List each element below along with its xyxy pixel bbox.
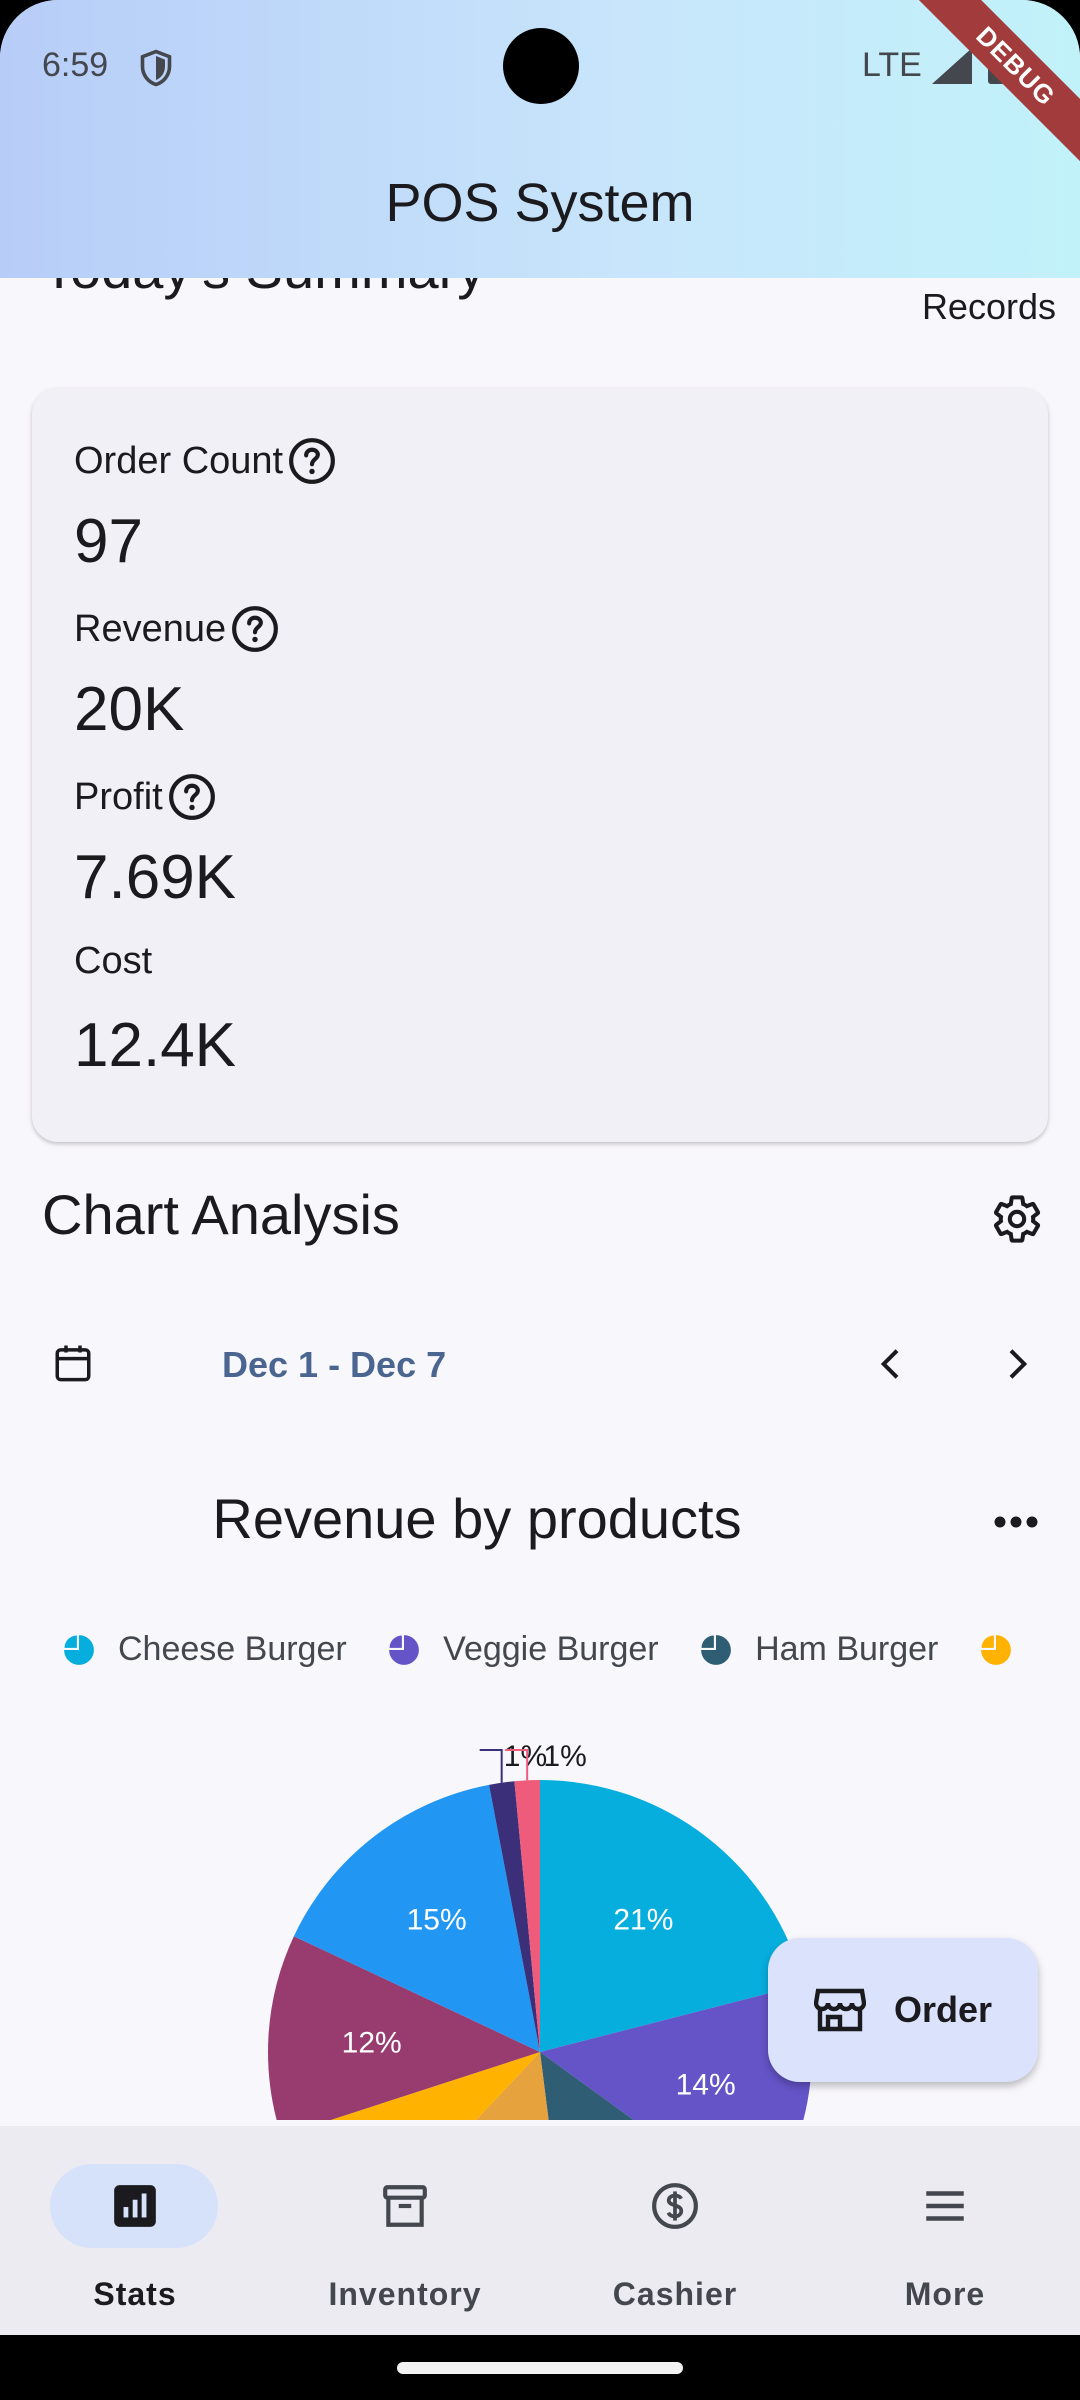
order-count-label: Order Count [74, 436, 337, 486]
records-button[interactable]: Records [922, 286, 1056, 328]
revenue-label: Revenue [74, 604, 280, 654]
legend-item[interactable]: Veggie Burger [387, 1630, 659, 1669]
pie-slice-label: 1% [504, 1740, 547, 1773]
calendar-icon[interactable] [52, 1342, 94, 1384]
revenue-value: 20K [74, 675, 185, 744]
app-title: POS System [385, 173, 695, 233]
order-count-value: 97 [74, 507, 143, 576]
more-horiz-icon[interactable] [992, 1514, 1040, 1530]
nav-label: Stats [93, 2276, 177, 2312]
nav-item-inventory[interactable]: Inventory [270, 2126, 540, 2335]
nav-item-more[interactable]: More [810, 2126, 1080, 2335]
gear-icon[interactable] [990, 1192, 1044, 1246]
cost-value: 12.4K [74, 1011, 237, 1080]
camera-cutout [503, 28, 579, 104]
pie-slice-label: 15% [407, 1904, 467, 1937]
order-fab[interactable]: Order [768, 1938, 1038, 2082]
order-fab-label: Order [893, 1989, 993, 2030]
help-icon[interactable] [287, 436, 337, 486]
archive-box-icon [383, 2185, 427, 2227]
pie-chart-icon [980, 1634, 1011, 1665]
pie-slice-label: 1% [543, 1740, 586, 1773]
bar-chart-icon [114, 2185, 156, 2227]
pie-chart-icon [389, 1634, 420, 1665]
profit-label: Profit [74, 772, 217, 822]
shield-icon [140, 49, 172, 87]
legend-label: Veggie Burger [443, 1630, 659, 1668]
home-indicator[interactable] [397, 2362, 683, 2374]
pie-slice-label: 14% [676, 2069, 736, 2102]
nav-item-cashier[interactable]: Cashier [540, 2126, 810, 2335]
profit-value: 7.69K [74, 843, 237, 912]
chart-analysis-title: Chart Analysis [42, 1183, 400, 1246]
nav-label: Cashier [612, 2276, 738, 2312]
app-screen: 6:59 LTE POS System DEBUG Today's Summar… [0, 0, 1080, 2335]
legend-label: Ham Burger [755, 1630, 939, 1668]
metric-label-text: Revenue [74, 607, 227, 650]
pie-slice-label: 12% [342, 2026, 402, 2059]
legend-item[interactable]: Cheese Burger [62, 1630, 347, 1669]
nav-label: Inventory [328, 2276, 482, 2312]
help-icon[interactable] [167, 772, 217, 822]
pie-slice-label: 21% [613, 1904, 673, 1937]
storefront-icon [813, 1988, 866, 2032]
menu-icon [926, 2191, 964, 2221]
nav-label: More [904, 2276, 986, 2312]
legend-item[interactable]: Ham Burger [699, 1630, 938, 1669]
legend-label: Cheese Burger [118, 1630, 347, 1668]
chart-title: Revenue by products [212, 1487, 742, 1550]
status-time: 6:59 [42, 46, 109, 84]
date-range-button[interactable]: Dec 1 - Dec 7 [222, 1344, 446, 1386]
metric-label-text: Order Count [74, 439, 284, 482]
pie-chart-icon [64, 1634, 94, 1665]
dollar-circle-icon [652, 2183, 698, 2229]
pie-label-leader [479, 1749, 503, 1783]
legend-item[interactable] [979, 1633, 1035, 1667]
metric-label-text: Profit [74, 775, 163, 818]
signal-icon [932, 48, 972, 84]
app-bar: 6:59 LTE POS System [0, 0, 1080, 278]
chart-legend: Cheese Burger Veggie Burger Ham Burger [62, 1630, 1042, 1680]
network-type: LTE [862, 46, 922, 84]
nav-item-stats[interactable]: Stats [0, 2126, 270, 2335]
help-icon[interactable] [230, 604, 280, 654]
metric-label-text: Cost [74, 940, 153, 982]
bottom-navigation: Stats Inventory Cashier More [0, 2126, 1080, 2335]
summary-card: Order Count 97 Revenue 20K Profit 7.69K … [32, 388, 1048, 1142]
cost-label: Cost [74, 940, 152, 983]
chevron-right-icon[interactable] [996, 1344, 1036, 1384]
chevron-left-icon[interactable] [872, 1344, 912, 1384]
pie-chart-icon [701, 1634, 731, 1665]
